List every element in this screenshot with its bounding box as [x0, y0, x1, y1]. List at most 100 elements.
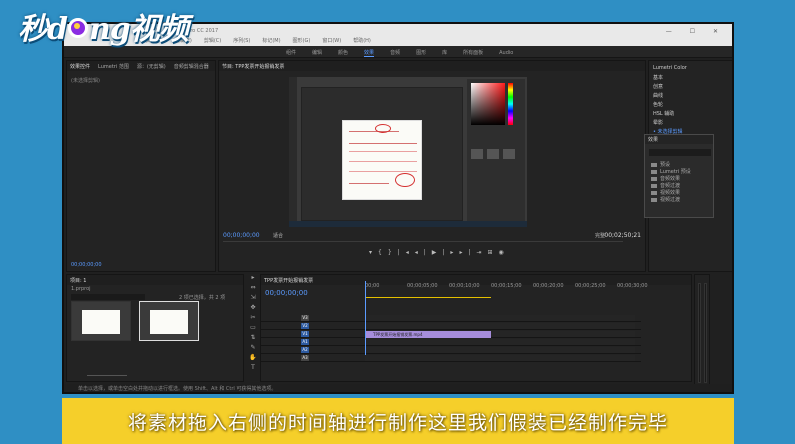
program-monitor: 节目: TPP发票开始报销发票 00;00;00;00 适合 完整 00;02;…	[218, 60, 646, 272]
track-label[interactable]: V1	[301, 331, 309, 337]
logo-circle-icon	[67, 18, 88, 38]
track-label[interactable]: A2	[301, 347, 309, 353]
workspace-tab[interactable]: 效果	[364, 50, 375, 57]
workspace-tab[interactable]: 图形	[416, 50, 426, 56]
track-area[interactable]	[365, 323, 635, 329]
program-scrub-bar[interactable]	[223, 241, 623, 242]
folder-icon	[651, 169, 657, 174]
project-search-input[interactable]	[71, 294, 145, 300]
workspace-tab[interactable]: 库	[442, 50, 447, 56]
effects-search-input[interactable]	[649, 149, 711, 156]
lumetri-section[interactable]: 晕影	[653, 119, 663, 126]
tool-button[interactable]: ✎	[248, 344, 258, 354]
audio-meter	[694, 274, 710, 386]
lumetri-section[interactable]: Lumetri Color	[653, 65, 687, 71]
workspace-tab[interactable]: Audio	[499, 50, 513, 56]
project-thumbnail[interactable]	[139, 301, 199, 341]
source-panel-tab[interactable]: 源：(无剪辑)	[137, 64, 166, 70]
source-panel-tab[interactable]: Lumetri 范围	[98, 64, 129, 70]
menu-item[interactable]: 标记(M)	[262, 38, 280, 44]
transport-button[interactable]: |▸	[442, 249, 459, 256]
video-clip[interactable]: TPP发票开始报销发票.mp4	[365, 331, 491, 338]
track-label[interactable]: V3	[301, 315, 309, 321]
workspace-tab[interactable]: 颜色	[338, 50, 348, 56]
thumbnail-zoom-slider[interactable]	[87, 375, 127, 376]
track-area[interactable]	[365, 347, 635, 353]
folder-icon	[651, 190, 657, 195]
timeline-track: A2	[261, 347, 641, 354]
program-current-time[interactable]: 00;00;00;00	[223, 232, 260, 239]
ruler-label: 00;00;30;00	[617, 283, 648, 289]
effects-folder[interactable]: 音频过渡	[651, 182, 680, 189]
effects-folder[interactable]: 音频效果	[651, 175, 680, 182]
program-tab[interactable]: 节目: TPP发票开始报销发票	[222, 64, 284, 70]
workspace-tab[interactable]: 音频	[390, 50, 400, 56]
folder-icon	[651, 183, 657, 188]
track-label[interactable]: A1	[301, 339, 309, 345]
effects-title: 效果	[645, 135, 713, 144]
caption-bar: 将素材拖入右侧的时间轴进行制作这里我们假装已经制作完毕	[62, 398, 734, 444]
tool-button[interactable]: ⇲	[248, 294, 258, 304]
lumetri-section[interactable]: 创意	[653, 83, 663, 90]
source-panel-tab[interactable]: 音频剪辑混合器	[174, 64, 209, 70]
tool-button[interactable]: ✋	[248, 354, 258, 364]
program-duration: 00;02;50;21	[604, 232, 641, 239]
project-tab[interactable]: 项目: 1	[70, 278, 86, 284]
transport-button[interactable]: }	[388, 249, 398, 256]
windows-taskbar	[289, 221, 527, 227]
tool-button[interactable]: ▸	[248, 274, 258, 284]
lumetri-section[interactable]: 曲线	[653, 92, 663, 99]
transport-button[interactable]: ▸|	[459, 249, 476, 256]
timeline-tab[interactable]: TPP发票开始报销发票	[264, 278, 313, 284]
ruler-label: 00;00;25;00	[575, 283, 606, 289]
lumetri-section[interactable]: 基本	[653, 74, 663, 81]
status-bar: 单击以选择，或单击空白处并拖动以进行框选。使用 Shift、Alt 和 Ctrl…	[64, 384, 732, 392]
transport-button[interactable]: ◉	[499, 249, 510, 256]
track-area[interactable]	[365, 315, 635, 321]
transport-button[interactable]: ◂|	[415, 249, 432, 256]
effects-folder[interactable]: Lumetri 预设	[651, 168, 691, 175]
track-area[interactable]	[365, 339, 635, 345]
source-panel: 效果控件 Lumetri 范围 源：(无剪辑) 音频剪辑混合器 (未选择剪辑) 00;…	[66, 60, 216, 272]
playhead[interactable]	[365, 281, 366, 355]
effects-folder[interactable]: 视频效果	[651, 189, 680, 196]
tool-button[interactable]: ▭	[248, 324, 258, 334]
lumetri-section[interactable]: HSL 辅助	[653, 110, 674, 117]
tool-button[interactable]: ⇅	[248, 334, 258, 344]
transport-button[interactable]: ▾	[369, 249, 378, 256]
workspace-tab[interactable]: 所有面板	[463, 50, 483, 56]
timeline-current-time[interactable]: 00;00;00;00	[265, 289, 308, 297]
transport-button[interactable]: ▶	[432, 249, 443, 256]
work-area-bar[interactable]	[365, 297, 491, 298]
track-label[interactable]: A3	[301, 355, 309, 361]
track-label[interactable]: V2	[301, 323, 309, 329]
tool-button[interactable]: ✥	[248, 304, 258, 314]
menu-item[interactable]: 序列(S)	[233, 38, 250, 44]
timeline-panel: TPP发票开始报销发票 00;00;00;00 00;00 00;00;05;00…	[260, 274, 692, 382]
source-panel-tab[interactable]: 效果控件	[70, 64, 90, 70]
color-picker	[471, 83, 505, 125]
zoom-fit-select[interactable]: 适合	[273, 232, 283, 239]
project-thumbnail[interactable]	[71, 301, 131, 341]
menu-item[interactable]: 图形(G)	[293, 38, 311, 44]
effects-folder[interactable]: 视频过渡	[651, 196, 680, 203]
tool-button[interactable]: T	[248, 364, 258, 374]
effects-folder[interactable]: 预设	[651, 161, 670, 168]
invoice-image	[342, 120, 422, 200]
transport-button[interactable]: {	[378, 249, 388, 256]
ruler-label: 00;00;10;00	[449, 283, 480, 289]
folder-icon	[651, 197, 657, 202]
transport-button[interactable]: ⇥	[476, 249, 487, 256]
window-controls[interactable]: — ☐ ✕	[666, 28, 726, 35]
track-area[interactable]	[365, 355, 635, 361]
lumetri-section[interactable]: 色轮	[653, 101, 663, 108]
transport-button[interactable]: |◂	[398, 249, 415, 256]
tool-button[interactable]: ✂	[248, 314, 258, 324]
transport-button[interactable]: ⊞	[488, 249, 499, 256]
menu-item[interactable]: 帮助(H)	[353, 38, 371, 44]
tool-button[interactable]: ⇔	[248, 284, 258, 294]
workspace-tab[interactable]: 编辑	[312, 50, 322, 56]
menu-item[interactable]: 窗口(W)	[322, 38, 341, 44]
menu-item[interactable]: 剪辑(C)	[204, 38, 221, 44]
workspace-tab[interactable]: 组件	[286, 50, 296, 56]
